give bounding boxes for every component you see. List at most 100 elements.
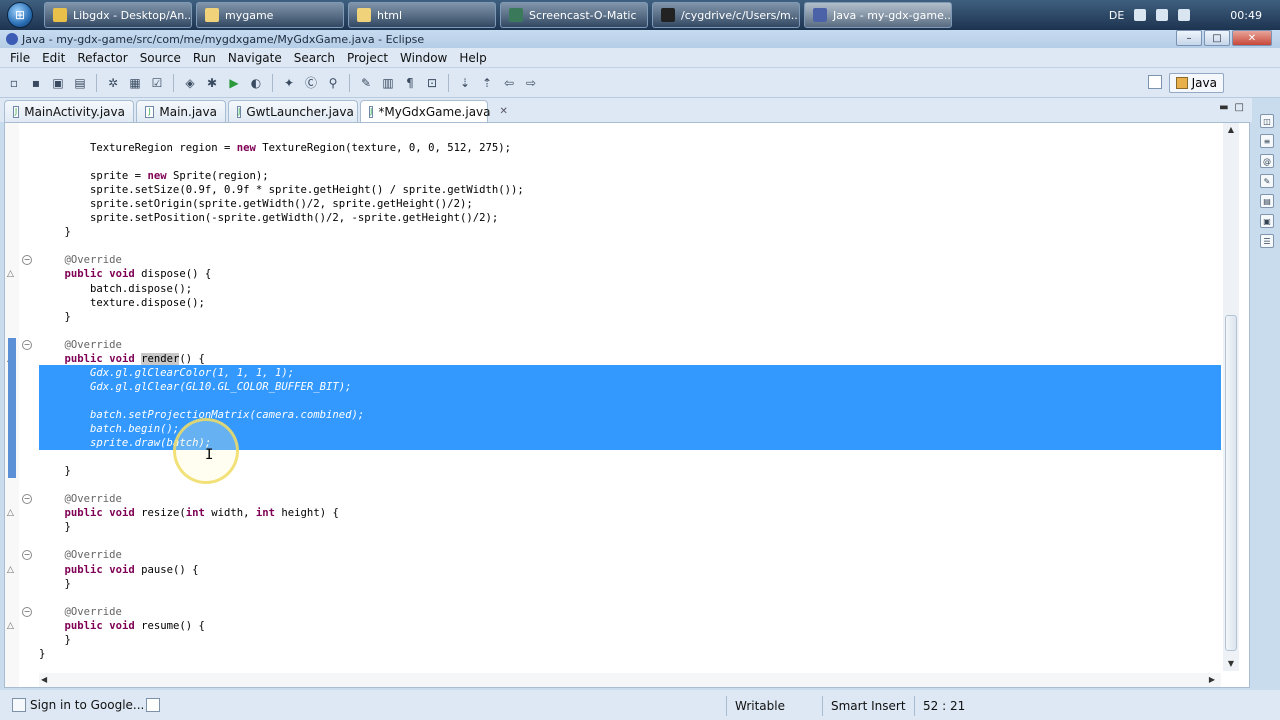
tab-close-icon[interactable]: ✕ xyxy=(500,106,508,117)
editor-tab[interactable]: J Main.java xyxy=(136,100,226,122)
code-line[interactable]: @Override xyxy=(39,548,122,562)
code-line[interactable]: public void resume() { xyxy=(39,619,205,633)
editor-tab[interactable]: J *MyGdxGame.java ✕ xyxy=(360,100,508,122)
outline-icon[interactable]: ≡ xyxy=(1260,134,1274,148)
prev-annotation-icon[interactable]: ⇡ xyxy=(477,73,497,93)
maximize-button[interactable]: □ xyxy=(1204,30,1230,46)
override-marker-icon[interactable]: △ xyxy=(7,621,17,630)
code-line[interactable]: texture.dispose(); xyxy=(39,296,205,310)
menu-file[interactable]: File xyxy=(4,51,36,65)
code-line[interactable]: @Override xyxy=(39,605,122,619)
code-editor[interactable]: △△△△△ −−−−− TextureRegion region = new T… xyxy=(4,122,1250,688)
problems-icon[interactable]: @ xyxy=(1260,154,1274,168)
new-java-project-icon[interactable]: ✦ xyxy=(279,73,299,93)
pin-icon[interactable]: ⊡ xyxy=(422,73,442,93)
code-line[interactable]: sprite.setSize(0.9f, 0.9f * sprite.getHe… xyxy=(39,183,524,197)
fast-view-icon[interactable] xyxy=(146,698,160,712)
toggle-block-icon[interactable]: ▥ xyxy=(378,73,398,93)
menu-run[interactable]: Run xyxy=(187,51,222,65)
fold-toggle-icon[interactable]: − xyxy=(22,494,32,505)
menu-navigate[interactable]: Navigate xyxy=(222,51,288,65)
task-icon[interactable]: ☑ xyxy=(147,73,167,93)
menu-window[interactable]: Window xyxy=(394,51,453,65)
build-icon[interactable]: ▦ xyxy=(125,73,145,93)
code-line[interactable]: public void dispose() { xyxy=(39,267,212,281)
back-icon[interactable]: ⇦ xyxy=(499,73,519,93)
save-icon[interactable]: ▪ xyxy=(26,73,46,93)
vertical-scrollbar[interactable]: ▲ ▼ xyxy=(1223,123,1239,671)
run-icon[interactable]: ▶ xyxy=(224,73,244,93)
scroll-right-icon[interactable]: ▶ xyxy=(1209,675,1215,684)
code-line[interactable]: } xyxy=(39,577,71,591)
debug-icon[interactable]: ✲ xyxy=(103,73,123,93)
editor-tab[interactable]: J GwtLauncher.java xyxy=(228,100,358,122)
code-line[interactable]: @Override xyxy=(39,492,122,506)
editor-minimize-icon[interactable]: ▬ xyxy=(1219,102,1228,113)
horizontal-scrollbar[interactable]: ◀ ▶ xyxy=(39,673,1221,687)
debug-run-icon[interactable]: ✱ xyxy=(202,73,222,93)
javadoc-icon[interactable]: ✎ xyxy=(1260,174,1274,188)
code-line[interactable]: @Override xyxy=(39,253,122,267)
code-line[interactable]: sprite = new Sprite(region); xyxy=(39,169,269,183)
code-line[interactable]: Gdx.gl.glClearColor(1, 1, 1, 1); xyxy=(39,366,294,380)
scroll-down-icon[interactable]: ▼ xyxy=(1226,659,1236,669)
code-line[interactable]: } xyxy=(39,633,71,647)
clock[interactable]: 00:49 xyxy=(1230,9,1262,22)
code-line[interactable]: } xyxy=(39,225,71,239)
console-icon[interactable]: ▣ xyxy=(1260,214,1274,228)
flag-icon[interactable] xyxy=(1156,9,1169,21)
code-line[interactable]: TextureRegion region = new TextureRegion… xyxy=(39,141,511,155)
code-line[interactable]: public void resize(int width, int height… xyxy=(39,506,339,520)
code-line[interactable]: Gdx.gl.glClear(GL10.GL_COLOR_BUFFER_BIT)… xyxy=(39,380,352,394)
code-line[interactable]: public void pause() { xyxy=(39,563,199,577)
show-whitespace-icon[interactable]: ¶ xyxy=(400,73,420,93)
minimize-button[interactable]: – xyxy=(1176,30,1202,46)
override-marker-icon[interactable]: △ xyxy=(7,509,17,518)
taskbar-button[interactable]: Libgdx - Desktop/An... xyxy=(44,2,192,28)
code-line[interactable]: batch.end(); xyxy=(39,450,167,464)
menu-source[interactable]: Source xyxy=(134,51,187,65)
java-perspective-button[interactable]: Java xyxy=(1168,73,1224,93)
override-marker-icon[interactable]: △ xyxy=(7,270,17,279)
save-all-icon[interactable]: ▣ xyxy=(48,73,68,93)
menu-refactor[interactable]: Refactor xyxy=(71,51,133,65)
start-button[interactable]: ⊞ xyxy=(0,0,40,30)
new-class-icon[interactable]: Ⓒ xyxy=(301,73,321,93)
restore-icon[interactable]: ◫ xyxy=(1260,114,1274,128)
declaration-icon[interactable]: ▤ xyxy=(1260,194,1274,208)
taskbar-button[interactable]: mygame xyxy=(196,2,344,28)
code-text-area[interactable]: TextureRegion region = new TextureRegion… xyxy=(39,123,1221,683)
fold-toggle-icon[interactable]: − xyxy=(22,606,32,617)
code-line[interactable]: } xyxy=(39,647,45,661)
close-button[interactable]: ✕ xyxy=(1232,30,1272,46)
code-line[interactable]: } xyxy=(39,310,71,324)
menu-search[interactable]: Search xyxy=(288,51,341,65)
google-sign-in-icon[interactable] xyxy=(12,698,26,712)
code-line[interactable]: } xyxy=(39,520,71,534)
code-line[interactable]: sprite.setPosition(-sprite.getWidth()/2,… xyxy=(39,211,498,225)
network-icon[interactable] xyxy=(1134,9,1147,21)
volume-icon[interactable] xyxy=(1178,9,1191,21)
menu-help[interactable]: Help xyxy=(453,51,492,65)
open-perspective-icon[interactable] xyxy=(1148,75,1162,89)
code-line[interactable]: @Override xyxy=(39,338,122,352)
scroll-left-icon[interactable]: ◀ xyxy=(41,675,47,684)
fold-toggle-icon[interactable]: − xyxy=(22,339,32,350)
next-annotation-icon[interactable]: ⇣ xyxy=(455,73,475,93)
taskbar-button[interactable]: Java - my-gdx-game... xyxy=(804,2,952,28)
code-line[interactable]: } xyxy=(39,464,71,478)
editor-tab[interactable]: J MainActivity.java xyxy=(4,100,134,122)
menu-project[interactable]: Project xyxy=(341,51,394,65)
scrollbar-thumb[interactable] xyxy=(1225,315,1237,651)
language-indicator[interactable]: DE xyxy=(1109,9,1124,22)
scroll-up-icon[interactable]: ▲ xyxy=(1226,125,1236,135)
external-tools-icon[interactable]: ◐ xyxy=(246,73,266,93)
search-icon[interactable]: ⚲ xyxy=(323,73,343,93)
toggle-mark-icon[interactable]: ✎ xyxy=(356,73,376,93)
code-line[interactable]: batch.dispose(); xyxy=(39,282,192,296)
menu-edit[interactable]: Edit xyxy=(36,51,71,65)
taskbar-button[interactable]: Screencast-O-Matic xyxy=(500,2,648,28)
taskbar-button[interactable]: /cygdrive/c/Users/m... xyxy=(652,2,800,28)
print-icon[interactable]: ▤ xyxy=(70,73,90,93)
code-line[interactable]: sprite.setOrigin(sprite.getWidth()/2, sp… xyxy=(39,197,473,211)
